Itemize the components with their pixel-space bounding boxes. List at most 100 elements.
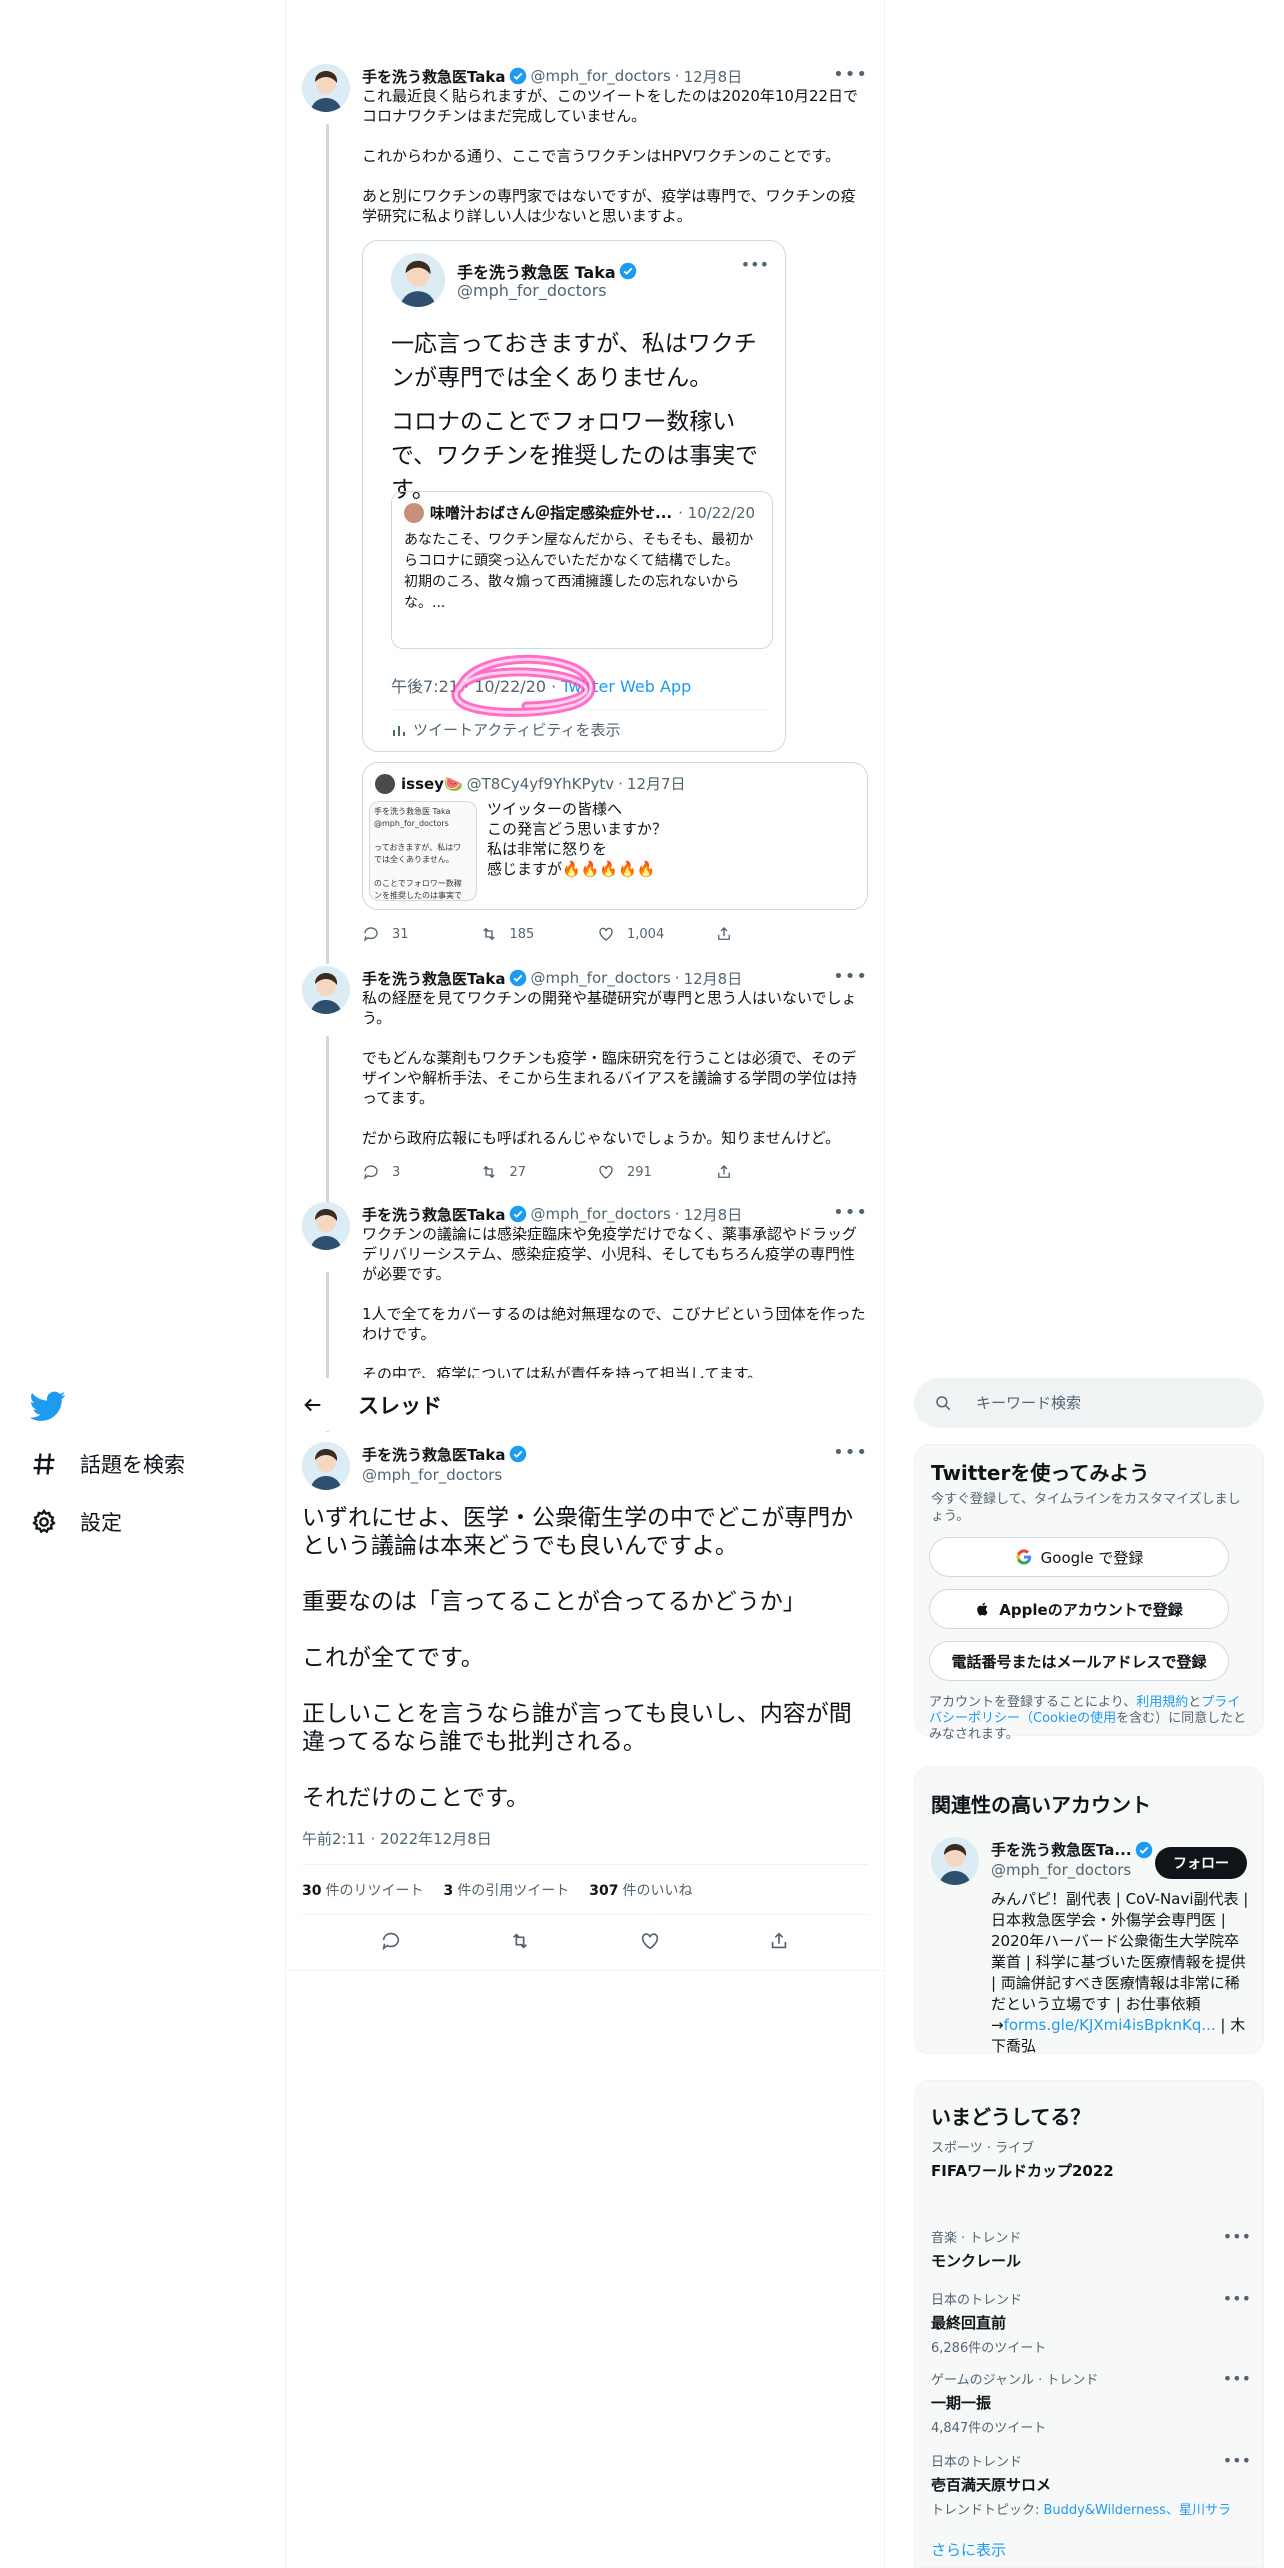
thread-column: 手を洗う救急医Taka @mph_for_doctors · 12月8日 •••… [286, 0, 884, 2568]
author-name[interactable]: 手を洗う救急医Taka [362, 1444, 506, 1465]
more-options-icon[interactable]: ••• [833, 1202, 868, 1223]
quote-tweet[interactable]: issey🍉 @T8Cy4yf9YhKPytv · 12月7日 手を洗う救急医 … [362, 762, 868, 910]
verified-badge-icon [509, 67, 526, 85]
more-options-icon[interactable]: ••• [833, 966, 868, 987]
terms-link[interactable]: 利用規約 [1136, 1695, 1188, 1710]
trend-item[interactable]: 日本のトレンド 最終回直前 6,286件のツイート ••• [931, 2289, 1251, 2356]
quotes-stat[interactable]: 3 件の引用ツイート [443, 1880, 569, 1900]
quote-image-thumbnail[interactable]: 手を洗う救急医 Taka @mph_for_doctors っておきますが、私は… [369, 801, 477, 901]
tweet-text: ワクチンの議論には感染症臨床や免疫学だけでなく、薬事承認やドラッグデリバリーシス… [362, 1225, 866, 1378]
page-root: 話題を検索 設定 手を洗う救急医Taka @mph_for_doctors · … [0, 0, 1284, 2568]
image-author-name-text: 手を洗う救急医 Taka [457, 263, 616, 282]
heart-icon[interactable] [639, 1930, 661, 1952]
trend-item[interactable]: スポーツ · ライブ FIFAワールドカップ2022 [931, 2137, 1251, 2181]
focused-tweet-timestamp[interactable]: 午前2:11 · 2022年12月8日 [302, 1828, 492, 1849]
focused-tweet-text: いずれにせよ、医学・公衆衛生学の中でどこが専門かという議論は本来どうでも良いんで… [302, 1505, 854, 1811]
like-button[interactable]: 291 [597, 1162, 715, 1182]
twitter-logo-icon[interactable] [29, 1388, 66, 1424]
tweet-date[interactable]: 12月8日 [684, 66, 743, 87]
follow-button[interactable]: フォロー [1155, 1847, 1247, 1879]
tweet-date[interactable]: 12月8日 [684, 1204, 743, 1225]
author-name[interactable]: 手を洗う救急医Taka [362, 968, 506, 989]
retweet-count: 27 [509, 1164, 527, 1180]
tweet-date[interactable]: 12月8日 [684, 968, 743, 989]
more-options-icon[interactable]: ••• [1223, 2289, 1251, 2308]
author-handle[interactable]: @mph_for_doctors [531, 1205, 671, 1223]
tweet-image-card[interactable]: 手を洗う救急医 Taka @mph_for_doctors ••• 一応言ってお… [362, 240, 786, 752]
like-button[interactable]: 1,004 [597, 924, 715, 944]
apple-signup-button[interactable]: Appleのアカウントで登録 [929, 1589, 1229, 1629]
quote-text: ツイッターの皆様へ この発言どう思いますか？ 私は非常に怒りを 感じますが🔥🔥🔥… [487, 800, 668, 878]
avatar [375, 773, 395, 794]
author-handle[interactable]: @mph_for_doctors [362, 1466, 502, 1484]
retweet-button[interactable]: 185 [480, 924, 598, 944]
more-options-icon[interactable]: ••• [1223, 2369, 1251, 2388]
avatar[interactable] [931, 1837, 979, 1885]
trend-name: モンクレール [931, 2252, 1022, 2270]
legal-text: アカウントを登録することにより、 [929, 1695, 1137, 1710]
quote-header: issey🍉 @T8Cy4yf9YhKPytv · 12月7日 [375, 773, 686, 794]
thread-tweet[interactable]: 手を洗う救急医Taka @mph_for_doctors · 12月8日 •••… [286, 1202, 884, 1378]
trend-topic-links[interactable]: Buddy&Wilderness、星川サラ [1044, 2503, 1231, 2518]
legal-text: と [1188, 1695, 1202, 1710]
more-options-icon: ••• [740, 255, 769, 274]
retweets-stat[interactable]: 30 件のリツイート [302, 1880, 423, 1900]
reply-button[interactable]: 3 [362, 1162, 480, 1182]
trend-item[interactable]: 日本のトレンド 壱百満天原サロメ トレンドトピック: Buddy&Wildern… [931, 2451, 1251, 2518]
apple-icon [977, 1602, 988, 1616]
related-account-handle[interactable]: @mph_for_doctors [991, 1861, 1131, 1879]
avatar[interactable] [302, 1202, 350, 1250]
quote-author-name: issey🍉 [401, 774, 463, 793]
author-handle[interactable]: @mph_for_doctors [531, 67, 671, 85]
quote-date: 12月7日 [626, 775, 686, 793]
show-more-link[interactable]: さらに表示 [931, 2539, 1006, 2560]
related-title: 関連性の高いアカウント [931, 1793, 1151, 1817]
retweet-icon [482, 927, 495, 941]
trend-name: FIFAワールドカップ2022 [931, 2162, 1114, 2180]
share-button[interactable] [715, 1162, 833, 1182]
more-options-icon[interactable]: ••• [1223, 2227, 1251, 2246]
trend-topics: トレンドトピック: Buddy&Wilderness、星川サラ [931, 2499, 1251, 2518]
trends-panel: いまどうしてる？ スポーツ · ライブ FIFAワールドカップ2022 音楽 ·… [914, 2080, 1264, 2568]
nav-item-explore[interactable]: 話題を検索 [30, 1444, 185, 1484]
more-options-icon[interactable]: ••• [833, 64, 868, 85]
image-tweet-text: 一応言っておきますが、私はワクチンが専門では全くありません。 [391, 331, 757, 391]
trend-item[interactable]: 音楽 · トレンド モンクレール ••• [931, 2227, 1251, 2271]
trend-category: ゲームのジャンル · トレンド [931, 2373, 1099, 2388]
inner-quote-date-text: 10/22/20 [687, 503, 756, 522]
back-arrow-icon[interactable] [302, 1394, 324, 1416]
retweet-button[interactable]: 27 [480, 1162, 598, 1182]
more-options-icon[interactable]: ••• [833, 1442, 868, 1463]
nav-item-settings[interactable]: 設定 [30, 1502, 122, 1542]
trend-item[interactable]: ゲームのジャンル · トレンド 一期一振 4,847件のツイート ••• [931, 2369, 1251, 2436]
divider [302, 1914, 868, 1915]
separator-dot: · [618, 774, 623, 793]
likes-stat[interactable]: 307 件のいいね [589, 1880, 692, 1900]
related-account-name[interactable]: 手を洗う救急医Ta... [991, 1839, 1157, 1860]
author-name[interactable]: 手を洗う救急医Taka [362, 1204, 506, 1225]
google-signup-button[interactable]: Google で登録 [929, 1537, 1229, 1577]
share-button[interactable] [715, 924, 833, 944]
avatar[interactable] [302, 64, 350, 112]
thread-connector [326, 1036, 329, 1212]
search-box[interactable] [914, 1378, 1264, 1428]
phone-email-signup-button[interactable]: 電話番号またはメールアドレスで登録 [929, 1641, 1229, 1681]
trend-name: 最終回直前 [931, 2314, 1007, 2332]
verified-badge-icon [619, 262, 636, 280]
share-icon[interactable] [768, 1930, 790, 1952]
more-options-icon[interactable]: ••• [1223, 2451, 1251, 2470]
author-handle[interactable]: @mph_for_doctors [531, 969, 671, 987]
search-input[interactable] [976, 1394, 1226, 1412]
bio-link[interactable]: forms.gle/KJXmi4isBpknKq... [1004, 2016, 1216, 2034]
share-icon [717, 1165, 730, 1178]
author-name[interactable]: 手を洗う救急医Taka [362, 66, 506, 87]
reply-icon[interactable] [380, 1930, 402, 1952]
retweet-icon[interactable] [509, 1930, 531, 1952]
avatar[interactable] [302, 966, 350, 1014]
reply-button[interactable]: 31 [362, 924, 480, 944]
related-account-name-text: 手を洗う救急医Ta... [991, 1841, 1132, 1859]
trend-name: 一期一振 [931, 2394, 992, 2412]
trend-tweet-count: 4,847件のツイート [931, 2421, 1047, 2436]
avatar[interactable] [302, 1442, 350, 1490]
apple-signup-label: Appleのアカウントで登録 [999, 1600, 1183, 1619]
